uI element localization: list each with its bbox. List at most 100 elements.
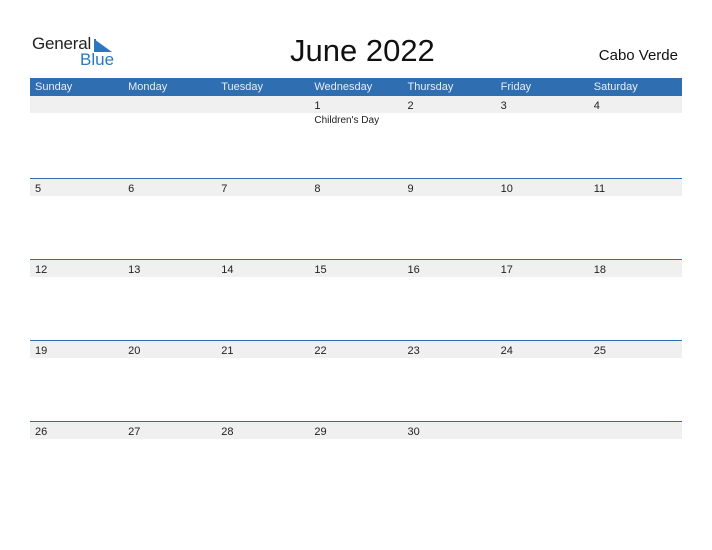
week-row: 1 2 3 4 Children's Day [30, 96, 682, 178]
date-number: 7 [221, 183, 228, 195]
events-row [30, 196, 682, 198]
day-cell [589, 422, 682, 439]
weekday-monday: Monday [128, 81, 168, 93]
day-cell: 21 [216, 341, 309, 358]
day-cell [30, 96, 123, 113]
weekday-sunday: Sunday [35, 81, 73, 93]
weekday-saturday: Saturday [593, 81, 638, 93]
day-cell: 2 [403, 96, 496, 113]
week-row: 19 20 21 22 23 24 25 [30, 340, 682, 421]
date-bar: 12 13 14 15 16 17 18 [30, 260, 682, 277]
day-cell: 8 [309, 179, 402, 196]
date-number: 26 [35, 426, 48, 438]
events-row [30, 277, 682, 279]
date-number: 22 [314, 345, 327, 357]
date-number: 11 [593, 183, 606, 195]
date-number: 5 [35, 183, 42, 195]
date-number: 3 [500, 100, 507, 112]
day-cell [123, 96, 216, 113]
page-title: June 2022 [290, 33, 435, 68]
date-number: 28 [221, 426, 234, 438]
day-cell [216, 96, 309, 113]
day-cell: 7 [216, 179, 309, 196]
week-row: 26 27 28 29 30 [30, 421, 682, 502]
day-cell: 4 [589, 96, 682, 113]
day-cell: 29 [309, 422, 402, 439]
weekday-thursday: Thursday [407, 81, 454, 93]
day-cell: 20 [123, 341, 216, 358]
date-number: 24 [500, 345, 513, 357]
date-number: 13 [128, 264, 141, 276]
date-number: 8 [314, 183, 321, 195]
holiday-event: Children's Day [314, 115, 380, 126]
logo: General Blue [32, 34, 122, 70]
day-cell: 6 [123, 179, 216, 196]
holiday-event [123, 115, 216, 126]
day-cell: 22 [309, 341, 402, 358]
weeks-container: 1 2 3 4 Children's Day 5 6 7 8 9 10 11 12 13 14 15 16 17 1… [30, 96, 682, 502]
day-cell: 14 [216, 260, 309, 277]
weekday-tuesday: Tuesday [221, 81, 264, 93]
date-number: 25 [593, 345, 606, 357]
day-cell: 19 [30, 341, 123, 358]
day-cell: 30 [403, 422, 496, 439]
date-number: 4 [593, 100, 600, 112]
day-cell: 3 [496, 96, 589, 113]
weekday-friday: Friday [500, 81, 532, 93]
day-cell: 23 [403, 341, 496, 358]
date-bar: 26 27 28 29 30 [30, 422, 682, 439]
logo-blue-text: Blue [80, 50, 115, 69]
holiday-event [216, 115, 309, 126]
date-bar: 19 20 21 22 23 24 25 [30, 341, 682, 358]
weekday-header: Sunday Monday Tuesday Wednesday Thursday Frid… [30, 78, 682, 96]
date-bar: 1 2 3 4 [30, 96, 682, 113]
country-label: Cabo Verde [598, 47, 678, 64]
day-cell: 25 [589, 341, 682, 358]
date-number: 16 [407, 264, 420, 276]
day-cell: 5 [30, 179, 123, 196]
events-row: Children's Day [30, 113, 682, 126]
day-cell: 15 [309, 260, 402, 277]
date-number: 23 [407, 345, 420, 357]
day-cell: 16 [403, 260, 496, 277]
date-number: 27 [128, 426, 141, 438]
holiday-event [496, 115, 589, 126]
day-cell: 24 [496, 341, 589, 358]
day-cell: 17 [496, 260, 589, 277]
events-row [30, 358, 682, 360]
day-cell: 11 [589, 179, 682, 196]
date-number: 6 [128, 183, 135, 195]
date-number: 20 [128, 345, 141, 357]
date-number: 9 [407, 183, 414, 195]
day-cell: 10 [496, 179, 589, 196]
day-cell: 12 [30, 260, 123, 277]
day-cell: 9 [403, 179, 496, 196]
holiday-event [30, 115, 123, 126]
calendar-grid: Sunday Monday Tuesday Wednesday Thursday Frid… [30, 78, 682, 502]
date-number: 15 [314, 264, 327, 276]
date-number: 19 [35, 345, 48, 357]
day-cell: 13 [123, 260, 216, 277]
day-cell: 1 [309, 96, 402, 113]
date-number: 18 [593, 264, 606, 276]
day-cell: 27 [123, 422, 216, 439]
date-number: 29 [314, 426, 327, 438]
day-cell: 18 [589, 260, 682, 277]
date-number: 12 [35, 264, 48, 276]
week-row: 12 13 14 15 16 17 18 [30, 259, 682, 340]
holiday-event [403, 115, 496, 126]
weekday-wednesday: Wednesday [314, 81, 373, 93]
date-number: 14 [221, 264, 234, 276]
holiday-event [589, 115, 682, 126]
date-number: 17 [500, 264, 513, 276]
day-cell [496, 422, 589, 439]
day-cell: 26 [30, 422, 123, 439]
date-bar: 5 6 7 8 9 10 11 [30, 179, 682, 196]
week-row: 5 6 7 8 9 10 11 [30, 178, 682, 259]
events-row [30, 439, 682, 441]
date-number: 30 [407, 426, 420, 438]
date-number: 1 [314, 100, 321, 112]
date-number: 10 [500, 183, 513, 195]
date-number: 21 [221, 345, 234, 357]
date-number: 2 [407, 100, 414, 112]
